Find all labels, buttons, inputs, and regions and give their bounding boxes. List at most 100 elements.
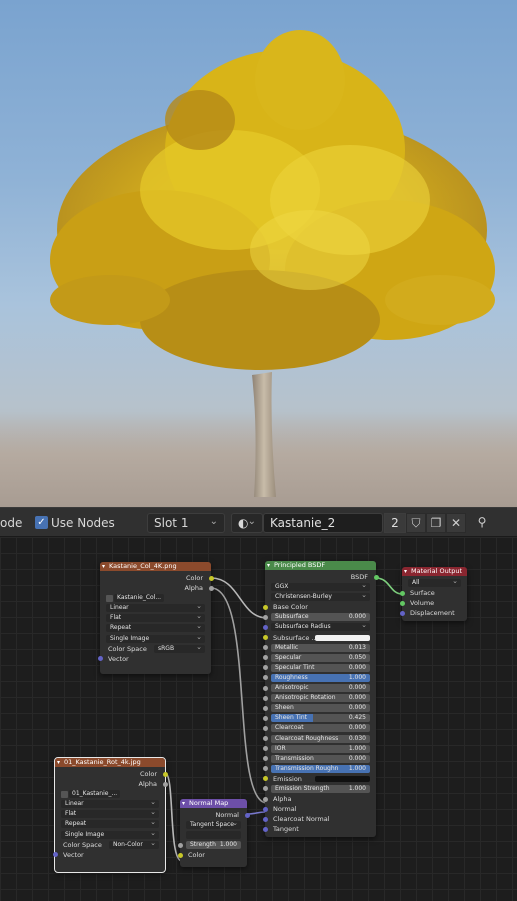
uv-map-field[interactable]: [186, 831, 241, 840]
slot-dropdown[interactable]: Slot 1 ⌄: [147, 513, 225, 533]
anisotropic-socket[interactable]: [262, 685, 268, 691]
node-title[interactable]: Kastanie_Col_4K.png: [100, 562, 211, 571]
extension-dropdown[interactable]: Repeat: [61, 818, 159, 829]
image-name-field[interactable]: 01_Kastanie_...: [69, 790, 121, 799]
strength-input-socket[interactable]: [177, 842, 183, 848]
transmission-field[interactable]: Transmission 0.000: [271, 754, 370, 763]
distribution-dropdown[interactable]: GGX: [271, 581, 370, 592]
subsurface-radius-socket[interactable]: [262, 624, 268, 630]
target-dropdown[interactable]: All: [408, 577, 461, 587]
ior-socket[interactable]: [262, 746, 268, 752]
node-title[interactable]: Principled BSDF: [265, 561, 376, 570]
material-name-field[interactable]: Kastanie_2: [263, 513, 383, 533]
interpolation-dropdown[interactable]: Linear: [106, 602, 205, 613]
transmission-roughness-socket[interactable]: [262, 766, 268, 772]
editor-mode-label[interactable]: ode: [0, 516, 22, 530]
strength-field[interactable]: Strength 1.000: [186, 841, 241, 850]
alpha-output-socket[interactable]: [162, 781, 168, 787]
bsdf-output-socket[interactable]: [373, 574, 379, 580]
specular-tint-field[interactable]: Specular Tint 0.000: [271, 663, 370, 672]
material-browse-button[interactable]: ◐ ⌄: [231, 513, 263, 533]
surface-socket[interactable]: [399, 590, 405, 596]
clearcoat-socket[interactable]: [262, 725, 268, 731]
material-user-count[interactable]: 2: [384, 513, 406, 533]
specular-socket[interactable]: [262, 655, 268, 661]
node-title[interactable]: Normal Map: [180, 799, 247, 808]
sheen-tint-socket[interactable]: [262, 715, 268, 721]
displacement-socket[interactable]: [399, 610, 405, 616]
image-texture-node-rot[interactable]: 01_Kastanie_Rot_4k.jpg Color Alpha 01_Ka…: [52, 757, 168, 873]
color-space-dropdown[interactable]: sRGB: [154, 643, 205, 653]
metallic-socket[interactable]: [262, 645, 268, 651]
field-value: 1.000: [348, 673, 366, 681]
extension-dropdown[interactable]: Repeat: [106, 622, 205, 633]
subsurface-radius-field[interactable]: Subsurface Radius: [271, 621, 370, 632]
image-name-field[interactable]: Kastanie_Col...: [114, 594, 165, 603]
sheen-tint-field[interactable]: Sheen Tint 0.425: [271, 714, 370, 723]
use-nodes-checkbox[interactable]: ✓: [35, 516, 48, 529]
transmission-roughness-field[interactable]: Transmission Roughn 1.000: [271, 764, 370, 773]
3d-viewport[interactable]: [0, 0, 517, 507]
subsurface-color-swatch[interactable]: [315, 634, 370, 641]
space-dropdown[interactable]: Tangent Space: [186, 819, 241, 830]
unlink-material-icon[interactable]: ✕: [446, 513, 466, 533]
tangent-socket[interactable]: [262, 826, 268, 832]
specular-tint-socket[interactable]: [262, 665, 268, 671]
normal-socket[interactable]: [262, 806, 268, 812]
node-title[interactable]: Material Output: [402, 567, 467, 576]
anisotropic-rotation-field[interactable]: Anisotropic Rotation 0.000: [271, 694, 370, 703]
alpha-socket[interactable]: [262, 796, 268, 802]
source-dropdown[interactable]: Single Image: [106, 633, 205, 643]
projection-dropdown[interactable]: Flat: [106, 612, 205, 623]
field-label: Clearcoat Roughness: [275, 734, 339, 742]
socket-label: Volume: [410, 599, 435, 608]
interpolation-dropdown[interactable]: Linear: [61, 798, 159, 809]
image-selector[interactable]: Kastanie_Col...: [106, 594, 205, 603]
projection-dropdown[interactable]: Flat: [61, 808, 159, 819]
color-space-dropdown[interactable]: Non-Color: [109, 839, 159, 849]
specular-field[interactable]: Specular 0.050: [271, 653, 370, 662]
transmission-socket[interactable]: [262, 756, 268, 762]
clearcoat-roughness-socket[interactable]: [262, 736, 268, 741]
clearcoat-field[interactable]: Clearcoat 0.000: [271, 724, 370, 733]
subsurface-socket[interactable]: [262, 614, 268, 620]
roughness-field[interactable]: Roughness 1.000: [271, 673, 370, 682]
clearcoat-roughness-field[interactable]: Clearcoat Roughness 0.030: [271, 734, 370, 743]
field-value: 0.000: [348, 694, 366, 702]
pin-icon[interactable]: ⚲: [472, 513, 492, 533]
principled-bsdf-node[interactable]: Principled BSDF BSDF GGX Christensen-Bur…: [262, 561, 379, 837]
color-output-socket[interactable]: [208, 575, 214, 581]
node-editor-canvas[interactable]: Kastanie_Col_4K.png Color Alpha Kastanie…: [0, 537, 517, 901]
normal-map-node[interactable]: Normal Map Normal Tangent Space Strength…: [177, 799, 250, 867]
normal-output-socket[interactable]: [244, 812, 250, 818]
emission-socket[interactable]: [262, 776, 268, 782]
base-color-socket[interactable]: [262, 604, 268, 610]
clearcoat-normal-socket[interactable]: [262, 816, 268, 822]
vector-input-socket[interactable]: [52, 852, 58, 858]
alpha-output-socket[interactable]: [208, 585, 214, 591]
vector-input-socket[interactable]: [97, 656, 103, 662]
anisotropic-field[interactable]: Anisotropic 0.000: [271, 684, 370, 693]
image-selector[interactable]: 01_Kastanie_...: [61, 790, 159, 799]
volume-socket[interactable]: [399, 600, 405, 606]
duplicate-material-icon[interactable]: ❐: [426, 513, 446, 533]
socket-label: Vector: [108, 654, 129, 663]
sheen-socket[interactable]: [262, 705, 268, 711]
node-title[interactable]: 01_Kastanie_Rot_4k.jpg: [55, 758, 165, 767]
use-nodes-label[interactable]: Use Nodes: [51, 516, 115, 530]
subsurface-field[interactable]: Subsurface 0.000: [271, 613, 370, 622]
sheen-field[interactable]: Sheen 0.000: [271, 704, 370, 713]
subsurface-color-socket[interactable]: [262, 635, 268, 641]
ior-field[interactable]: IOR 1.000: [271, 744, 370, 753]
image-texture-node-col[interactable]: Kastanie_Col_4K.png Color Alpha Kastanie…: [97, 562, 214, 674]
color-output-socket[interactable]: [162, 771, 168, 777]
metallic-field[interactable]: Metallic 0.013: [271, 643, 370, 652]
emission-strength-field[interactable]: Emission Strength 1.000: [271, 784, 370, 793]
fake-user-shield-icon[interactable]: ⛉: [406, 513, 426, 533]
source-dropdown[interactable]: Single Image: [61, 829, 159, 839]
anisotropic-rotation-socket[interactable]: [262, 695, 268, 701]
subsurface-method-dropdown[interactable]: Christensen-Burley: [271, 591, 370, 602]
emission-color-swatch[interactable]: [315, 775, 370, 782]
material-output-node[interactable]: Material Output All Surface Volume Displ…: [399, 567, 467, 621]
color-input-socket[interactable]: [177, 852, 183, 858]
